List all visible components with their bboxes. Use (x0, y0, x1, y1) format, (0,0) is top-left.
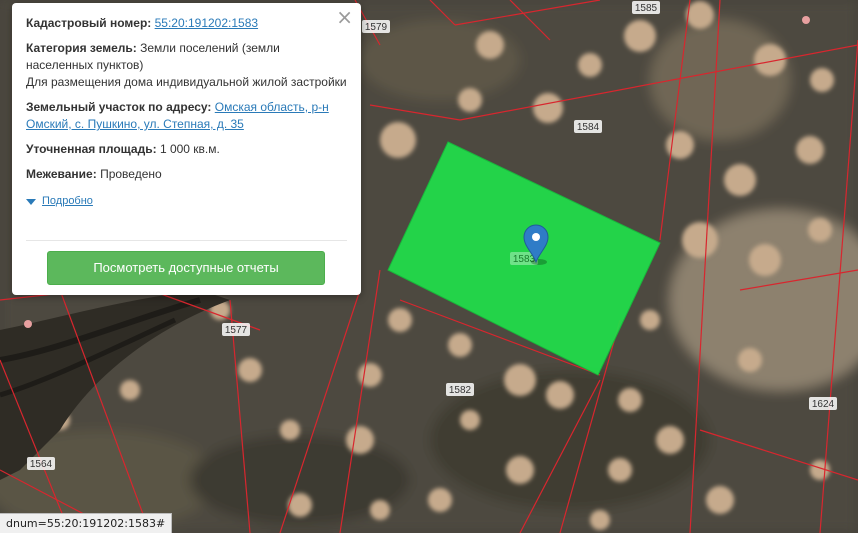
close-icon[interactable]: × (336, 7, 353, 27)
details-toggle[interactable]: Подробно (26, 193, 93, 210)
svg-text:1584: 1584 (577, 122, 600, 133)
label-1624: 1624 (809, 397, 837, 410)
label-1584: 1584 (574, 120, 602, 133)
land-category-row: Категория земель: Земли поселений (земли… (26, 40, 347, 91)
land-usage-value: Для размещения дома индивидуальной жилой… (26, 75, 347, 89)
label-1585: 1585 (632, 1, 660, 14)
label-1564: 1564 (27, 457, 55, 470)
cadastral-number-row: Кадастровый номер: 55:20:191202:1583 (26, 15, 347, 32)
land-category-label: Категория земель: (26, 41, 137, 55)
svg-text:1624: 1624 (812, 399, 835, 410)
cadastral-number-label: Кадастровый номер: (26, 16, 152, 30)
status-bar-url: dnum=55:20:191202:1583# (0, 513, 173, 533)
survey-value: Проведено (100, 167, 162, 181)
details-label: Подробно (42, 195, 93, 207)
area-value: 1 000 кв.м. (159, 142, 220, 156)
triangle-down-icon (26, 198, 36, 205)
view-reports-button[interactable]: Посмотреть доступные отчеты (47, 251, 325, 285)
cadastral-number-link[interactable]: 55:20:191202:1583 (155, 16, 258, 30)
svg-text:1579: 1579 (365, 22, 388, 33)
popup-divider (26, 240, 347, 241)
svg-text:1582: 1582 (449, 385, 472, 396)
svg-text:1577: 1577 (225, 325, 248, 336)
area-row: Уточненная площадь: 1 000 кв.м. (26, 141, 347, 158)
address-label: Земельный участок по адресу: (26, 100, 212, 114)
parcel-info-popup: × Кадастровый номер: 55:20:191202:1583 К… (12, 3, 361, 295)
survey-label: Межевание: (26, 167, 97, 181)
svg-text:1585: 1585 (635, 3, 658, 14)
label-1579: 1579 (362, 20, 390, 33)
address-row: Земельный участок по адресу: Омская обла… (26, 99, 347, 133)
label-1577: 1577 (222, 323, 250, 336)
label-1582: 1582 (446, 383, 474, 396)
area-label: Уточненная площадь: (26, 142, 157, 156)
survey-row: Межевание: Проведено (26, 166, 347, 183)
svg-text:1564: 1564 (30, 459, 53, 470)
